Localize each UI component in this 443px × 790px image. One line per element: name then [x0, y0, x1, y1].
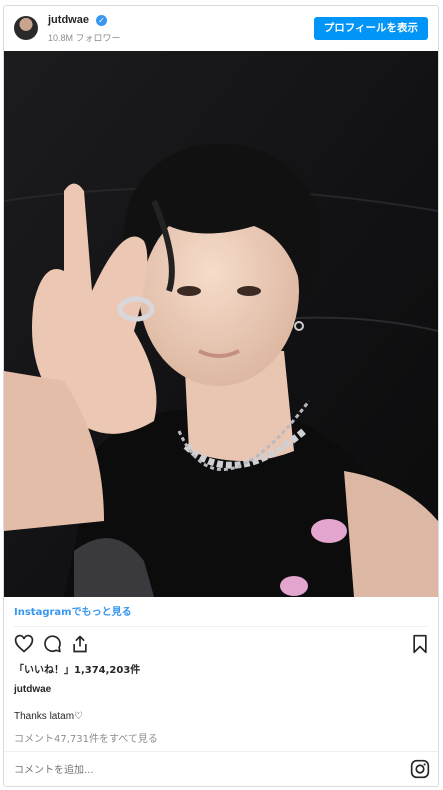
bookmark-icon[interactable] — [410, 634, 430, 654]
verified-badge-icon: ✓ — [96, 15, 107, 26]
avatar[interactable] — [14, 16, 38, 40]
caption-text: Thanks latam♡ — [14, 711, 83, 722]
heart-icon[interactable] — [14, 634, 34, 654]
follower-count: 10.8M フォロワー — [48, 33, 121, 43]
view-profile-button[interactable]: プロフィールを表示 — [313, 17, 428, 40]
divider — [14, 626, 428, 627]
instagram-embed-card: jutdwae ✓ 10.8M フォロワー プロフィールを表示 Instagra… — [3, 5, 439, 787]
caption-author[interactable]: jutdwae — [14, 684, 51, 695]
like-count[interactable]: 「いいね！」1,374,203件 — [14, 661, 140, 676]
view-all-comments-link[interactable]: コメント47,731件をすべて見る — [14, 730, 158, 745]
comment-icon[interactable] — [42, 634, 62, 654]
view-more-on-instagram-link[interactable]: Instagramでもっと見る — [14, 603, 132, 618]
instagram-icon[interactable] — [410, 759, 430, 779]
photo-illustration — [4, 51, 438, 597]
post-photo[interactable] — [4, 51, 438, 597]
post-header: jutdwae ✓ 10.8M フォロワー プロフィールを表示 — [4, 6, 438, 51]
add-comment-input[interactable] — [14, 758, 394, 782]
divider — [4, 751, 438, 752]
share-icon[interactable] — [70, 634, 90, 654]
username[interactable]: jutdwae — [48, 14, 89, 26]
